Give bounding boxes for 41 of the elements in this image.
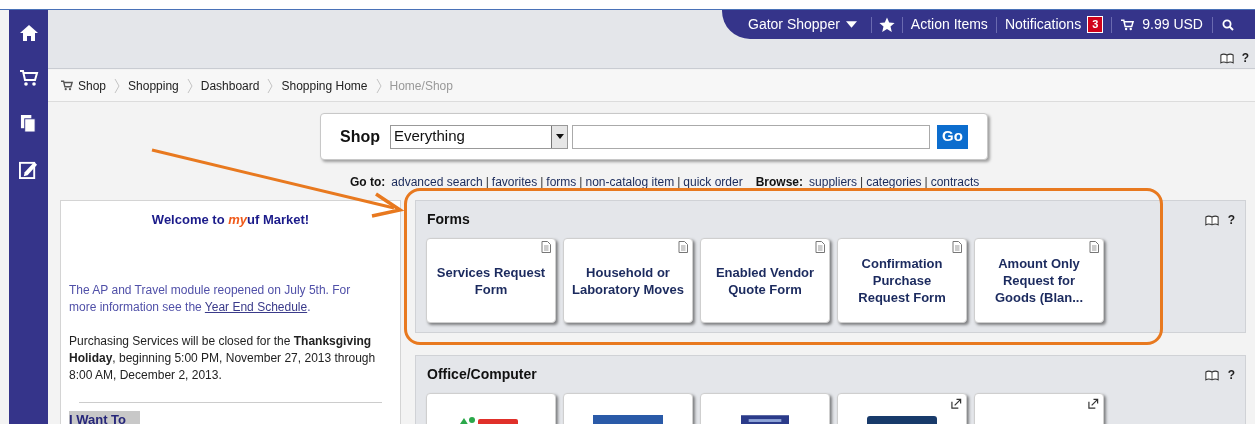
goto-link[interactable]: forms [546,173,577,191]
notification-badge: 3 [1087,16,1104,33]
help-link[interactable]: ? [1227,366,1235,384]
notice-text: The AP and Travel module reopened on July 5th. For more information see the Year End Schedule. [69,281,352,316]
tile-label: Household or Laboratory Moves [572,263,684,298]
welcome-title: Welcome to myuf Market! [150,211,311,229]
scope-dropdown[interactable]: Everything [390,124,568,149]
cart-total[interactable]: 9.99 USD [1112,14,1212,35]
panel-title: Office/Computer [427,365,537,384]
go-button[interactable]: Go [937,124,968,149]
tile-label: Services Request Form [435,263,547,298]
breadcrumb-link[interactable]: Shop [61,76,107,95]
tile-label: Enabled Vendor Quote Form [714,263,816,298]
help-link[interactable]: ? [1227,211,1235,229]
notifications-link[interactable]: Notifications 3 [996,14,1112,35]
form-tile[interactable]: Services Request Form [426,238,556,323]
tile-label: Amount Only Request for Goods (Blan... [993,255,1085,306]
closure-notice: Purchasing Services will be closed for the Thanksgiving Holiday, beginning 5:00 PM, November 27, 2013 through 8:00 AM, December 2, 2013. [69,332,377,384]
tile-label: Confirmation Purchase Request Form [857,255,947,306]
browse-link[interactable]: contracts [930,173,980,191]
goto-link[interactable]: non-catalog item [585,173,675,191]
section-heading: I Want To [69,410,141,424]
form-tile[interactable]: Amount Only Request for Goods (Blan... [974,238,1104,323]
breadcrumb-link[interactable]: Shopping Home [281,76,368,95]
goto-link[interactable]: favorites [491,173,538,191]
search-label: Shop [340,126,380,147]
breadcrumb-link[interactable]: Dashboard [200,76,260,95]
form-tile[interactable]: Confirmation Purchase Request Form [837,238,967,323]
browse-label: Browse: [755,174,804,191]
user-menu[interactable]: Gator Shopper [748,14,871,35]
form-tile[interactable]: Household or Laboratory Moves [563,238,693,323]
browse-link[interactable]: categories [866,173,922,191]
form-tile[interactable]: Enabled Vendor Quote Form [700,238,830,323]
breadcrumb-link[interactable]: Shopping [128,76,179,95]
goto-link[interactable]: quick order [683,173,743,191]
goto-label: Go to: [350,174,386,191]
browse-link[interactable]: suppliers [809,173,858,191]
panel-title: Forms [427,210,470,229]
help-link[interactable]: ? [1241,49,1249,67]
goto-link[interactable]: advanced search [391,173,483,191]
action-items-link[interactable]: Action Items [902,14,996,35]
